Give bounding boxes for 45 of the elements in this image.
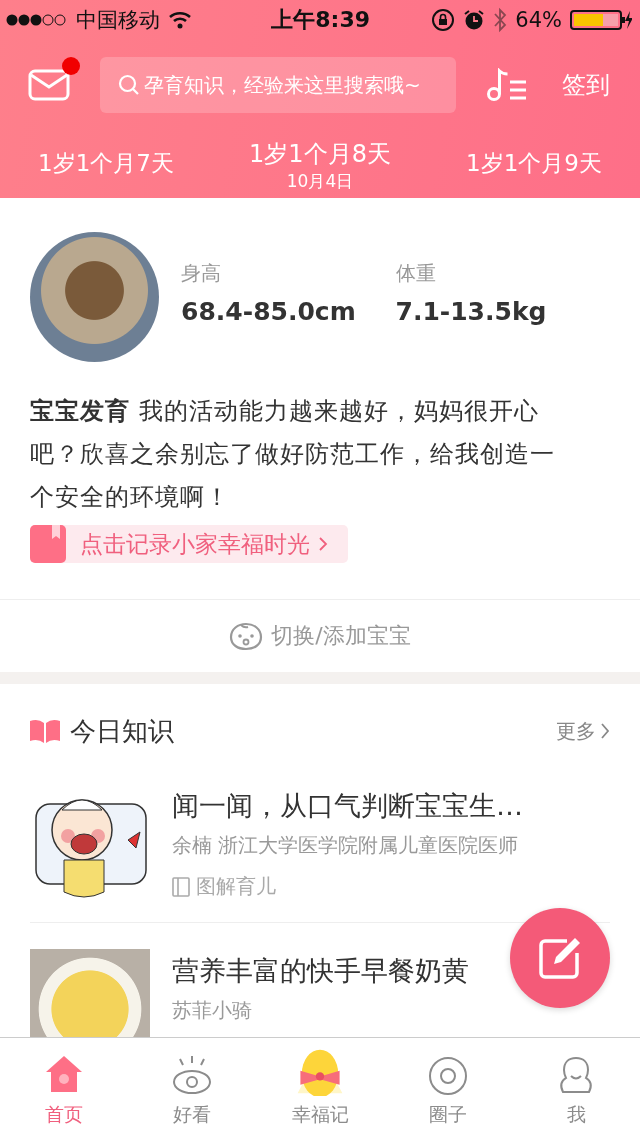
- more-link[interactable]: 更多: [556, 717, 610, 745]
- battery-percent: 64%: [515, 8, 562, 32]
- rotation-lock-icon: [431, 8, 456, 32]
- development-text: 宝宝发育 我的活动能力越来越好，妈妈很开心吧？欣喜之余别忘了做好防范工作，给我创造一个安全的环境啊！: [30, 396, 556, 513]
- age-tab[interactable]: 1岁1个月8天 10月4日: [249, 138, 391, 193]
- clock-time: 上午8:39: [271, 6, 370, 34]
- age-tab[interactable]: 1岁1个月7天: [38, 148, 174, 179]
- bookmark-icon: [30, 525, 66, 563]
- compose-button[interactable]: [510, 908, 610, 1008]
- chevron-right-icon: [600, 722, 610, 740]
- edit-icon: [537, 935, 583, 981]
- ring-icon: [428, 1054, 468, 1096]
- music-list-icon[interactable]: [486, 68, 528, 102]
- article-title[interactable]: 营养丰富的快手早餐奶黄: [172, 949, 469, 993]
- stat-label: 身高: [181, 260, 223, 287]
- record-link[interactable]: 点击记录小家幸福时光: [30, 525, 348, 563]
- eye-icon: [172, 1054, 212, 1096]
- tab-button[interactable]: 我: [512, 1038, 640, 1136]
- stat-value: 68.4-85.0cm: [181, 297, 357, 326]
- mail-icon[interactable]: [28, 69, 70, 101]
- wifi-icon: [168, 11, 192, 29]
- baby-face-icon: [229, 621, 264, 651]
- carrier-name: 中国移动: [76, 7, 160, 34]
- battery-icon: [570, 9, 632, 31]
- article-author: 苏菲小骑: [172, 997, 253, 1024]
- signal-icon: [6, 13, 68, 27]
- article-title[interactable]: 闻一闻，从口气判断宝宝生…: [172, 784, 523, 828]
- article-author: 余楠 浙江大学医学院附属儿童医院医师: [172, 832, 520, 859]
- stat-label: 体重: [395, 260, 437, 287]
- tab-button[interactable]: 首页: [0, 1038, 128, 1136]
- alarm-icon: [463, 9, 486, 31]
- tag-icon: [172, 876, 190, 897]
- chevron-right-icon: [318, 536, 328, 552]
- section-title: 今日知识: [70, 714, 174, 748]
- book-icon: [30, 719, 60, 743]
- tab-button[interactable]: 好看: [128, 1038, 256, 1136]
- age-tab[interactable]: 1岁1个月9天: [466, 148, 602, 179]
- search-icon: [118, 74, 140, 96]
- tab-button[interactable]: 圈子: [384, 1038, 512, 1136]
- switch-baby-link[interactable]: 切换/添加宝宝: [229, 621, 411, 651]
- bluetooth-icon: [493, 7, 508, 33]
- tab-button[interactable]: 幸福记: [256, 1038, 384, 1136]
- stat-value: 7.1-13.5kg: [395, 297, 548, 326]
- checkin-button[interactable]: 签到: [562, 69, 610, 101]
- article-source: 图解育儿: [196, 873, 276, 900]
